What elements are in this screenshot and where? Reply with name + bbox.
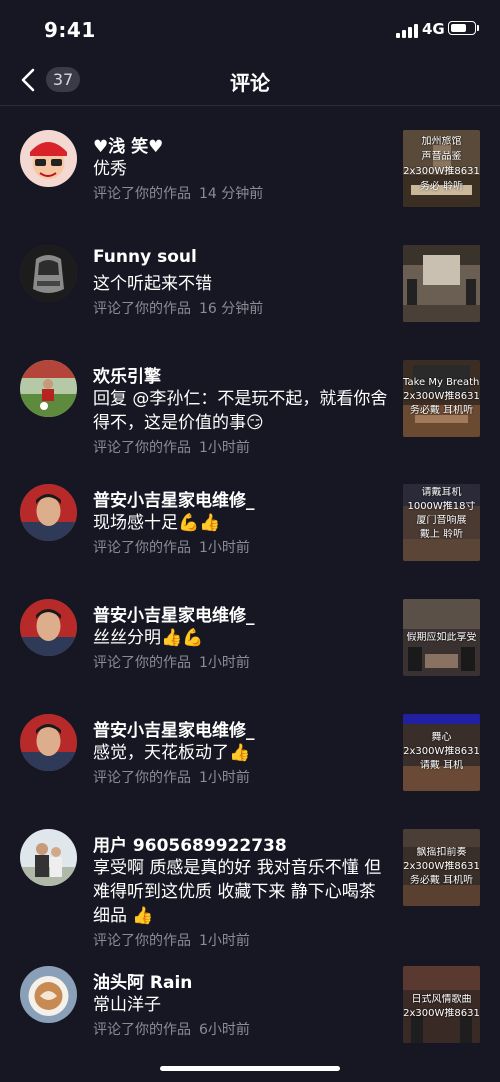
thumb-caption: 务必戴 耳机听 xyxy=(409,875,474,886)
avatar[interactable] xyxy=(20,714,77,771)
comment-text: 丝丝分明👍💪 xyxy=(93,628,204,648)
thumb-caption: 务必戴 耳机听 xyxy=(409,405,474,416)
comment-author[interactable]: Funny soul xyxy=(93,247,197,267)
thumb-caption: 厦门音响展 xyxy=(416,515,467,526)
comment-author[interactable]: 普安小吉星家电维修_ xyxy=(93,486,255,511)
video-thumbnail[interactable]: Take My Breath Away 2x300W推8631 务必戴 耳机听 xyxy=(403,360,480,437)
thumb-caption: 2x300W推8631 xyxy=(403,1008,480,1019)
comment-author[interactable]: 欢乐引擎 xyxy=(93,362,161,387)
comment-item[interactable]: 油头阿 Rain 常山洋子 评论了你的作品 6小时前 日式风情歌曲 2x300W推… xyxy=(0,942,500,1057)
video-thumbnail[interactable]: 加州旅馆 声音品鉴 2x300W推8631 务必 聆听 xyxy=(403,130,480,207)
comment-text: 回复 @李孙仁：不是玩不起，就看你舍得不，这是价值的事😏 xyxy=(93,389,388,433)
avatar[interactable] xyxy=(20,360,77,417)
comment-text: 优秀 xyxy=(93,159,127,179)
comment-meta: 评论了你的作品 6小时前 xyxy=(93,1019,250,1039)
thumb-caption: 舞心 xyxy=(431,732,452,743)
video-thumbnail[interactable]: 日式风情歌曲 2x300W推8631 xyxy=(403,966,480,1043)
page-title: 评论 xyxy=(230,71,270,95)
comment-meta: 评论了你的作品 14 分钟前 xyxy=(93,183,263,203)
home-indicator[interactable] xyxy=(160,1066,340,1071)
thumb-caption: 声音品鉴 xyxy=(421,151,462,162)
comment-item[interactable]: ♥浅 笑♥ 优秀 评论了你的作品 14 分钟前 加州旅馆 声音品鉴 2x300W推… xyxy=(0,106,500,221)
comment-time: 1小时前 xyxy=(199,540,250,556)
avatar[interactable] xyxy=(20,245,77,302)
status-time: 9:41 xyxy=(44,18,96,42)
avatar[interactable] xyxy=(20,130,77,187)
comment-author[interactable]: 用户 9605689922738 xyxy=(93,831,287,856)
thumb-caption: 请戴耳机 xyxy=(421,487,462,498)
avatar[interactable] xyxy=(20,599,77,656)
thumb-caption: 2x300W推8631 xyxy=(403,746,480,757)
comment-item[interactable]: 普安小吉星家电维修_ 感觉，天花板动了👍 评论了你的作品 1小时前 舞心 2x30… xyxy=(0,690,500,805)
comment-action: 评论了你的作品 xyxy=(93,301,191,317)
status-bar: 9:41 4G xyxy=(0,0,500,60)
comment-meta: 评论了你的作品 16 分钟前 xyxy=(93,298,263,318)
comment-text: 现场感十足💪👍 xyxy=(93,513,221,533)
avatar[interactable] xyxy=(20,484,77,541)
thumb-caption: Take My Breath Away xyxy=(403,377,480,388)
thumb-caption: 2x300W推8631 xyxy=(403,861,480,872)
video-thumbnail[interactable]: 飘摇扣前奏 2x300W推8631 务必戴 耳机听 xyxy=(403,829,480,906)
comment-time: 16 分钟前 xyxy=(199,301,264,317)
thumb-caption: 加州旅馆 xyxy=(421,136,462,147)
avatar[interactable] xyxy=(20,829,77,886)
comment-text: 常山洋子 xyxy=(93,995,161,1015)
comment-time: 6小时前 xyxy=(199,1022,250,1038)
comment-time: 1小时前 xyxy=(199,770,250,786)
battery-icon xyxy=(448,21,479,35)
comment-item[interactable]: 普安小吉星家电维修_ 丝丝分明👍💪 评论了你的作品 1小时前 假期应如此享受 xyxy=(0,575,500,690)
nav-bar: 37 评论 xyxy=(0,55,500,106)
comment-item[interactable]: Funny soul 这个听起来不错 评论了你的作品 16 分钟前 xyxy=(0,221,500,336)
comment-time: 1小时前 xyxy=(199,655,250,671)
comment-action: 评论了你的作品 xyxy=(93,655,191,671)
comment-author[interactable]: 普安小吉星家电维修_ xyxy=(93,716,255,741)
comment-author[interactable]: ♥浅 笑♥ xyxy=(93,132,163,157)
thumb-caption: 1000W推18寸 xyxy=(407,501,476,512)
network-type: 4G xyxy=(422,20,445,38)
comment-item[interactable]: 欢乐引擎 回复 @李孙仁：不是玩不起，就看你舍得不，这是价值的事😏 评论了你的作… xyxy=(0,336,500,456)
avatar[interactable] xyxy=(20,966,77,1023)
comment-text: 感觉，天花板动了👍 xyxy=(93,743,251,763)
thumb-caption: 日式风情歌曲 xyxy=(411,994,472,1005)
comment-list: ♥浅 笑♥ 优秀 评论了你的作品 14 分钟前 加州旅馆 声音品鉴 2x300W推… xyxy=(0,106,500,456)
comment-meta: 评论了你的作品 1小时前 xyxy=(93,437,250,457)
comment-author[interactable]: 油头阿 Rain xyxy=(93,968,192,993)
comment-meta: 评论了你的作品 1小时前 xyxy=(93,537,250,557)
video-thumbnail[interactable]: 舞心 2x300W推8631 请戴 耳机 xyxy=(403,714,480,791)
comment-item[interactable]: 普安小吉星家电维修_ 现场感十足💪👍 评论了你的作品 1小时前 请戴耳机 1000… xyxy=(0,460,500,575)
thumb-caption: 2x300W推8631 xyxy=(403,391,480,402)
thumb-caption: 2x300W推8631 xyxy=(403,166,480,177)
comment-author[interactable]: 普安小吉星家电维修_ xyxy=(93,601,255,626)
comment-text: 这个听起来不错 xyxy=(93,274,212,294)
cellular-signal-icon xyxy=(396,22,418,38)
comment-action: 评论了你的作品 xyxy=(93,540,191,556)
comment-time: 1小时前 xyxy=(199,440,250,456)
video-thumbnail[interactable]: 假期应如此享受 xyxy=(403,599,480,676)
comment-action: 评论了你的作品 xyxy=(93,1022,191,1038)
thumb-caption: 戴上 聆听 xyxy=(419,529,464,540)
comment-item[interactable]: 用户 9605689922738 享受啊 质感是真的好 我对音乐不懂 但难得听到… xyxy=(0,805,500,949)
comment-time: 14 分钟前 xyxy=(199,186,264,202)
comment-text: 享受啊 质感是真的好 我对音乐不懂 但难得听到这优质 收藏下来 静下心喝茶细品 … xyxy=(93,858,382,926)
comment-meta: 评论了你的作品 1小时前 xyxy=(93,767,250,787)
thumb-caption: 务必 聆听 xyxy=(419,181,464,192)
comment-action: 评论了你的作品 xyxy=(93,770,191,786)
thumb-caption: 飘摇扣前奏 xyxy=(416,847,467,858)
comment-action: 评论了你的作品 xyxy=(93,186,191,202)
video-thumbnail[interactable] xyxy=(403,245,480,322)
video-thumbnail[interactable]: 请戴耳机 1000W推18寸 厦门音响展 戴上 聆听 xyxy=(403,484,480,561)
comment-list-continued: 普安小吉星家电维修_ 现场感十足💪👍 评论了你的作品 1小时前 请戴耳机 1000… xyxy=(0,460,500,1057)
thumb-caption: 请戴 耳机 xyxy=(419,760,464,771)
comment-action: 评论了你的作品 xyxy=(93,440,191,456)
comment-meta: 评论了你的作品 1小时前 xyxy=(93,652,250,672)
thumb-caption: 假期应如此享受 xyxy=(406,632,477,643)
